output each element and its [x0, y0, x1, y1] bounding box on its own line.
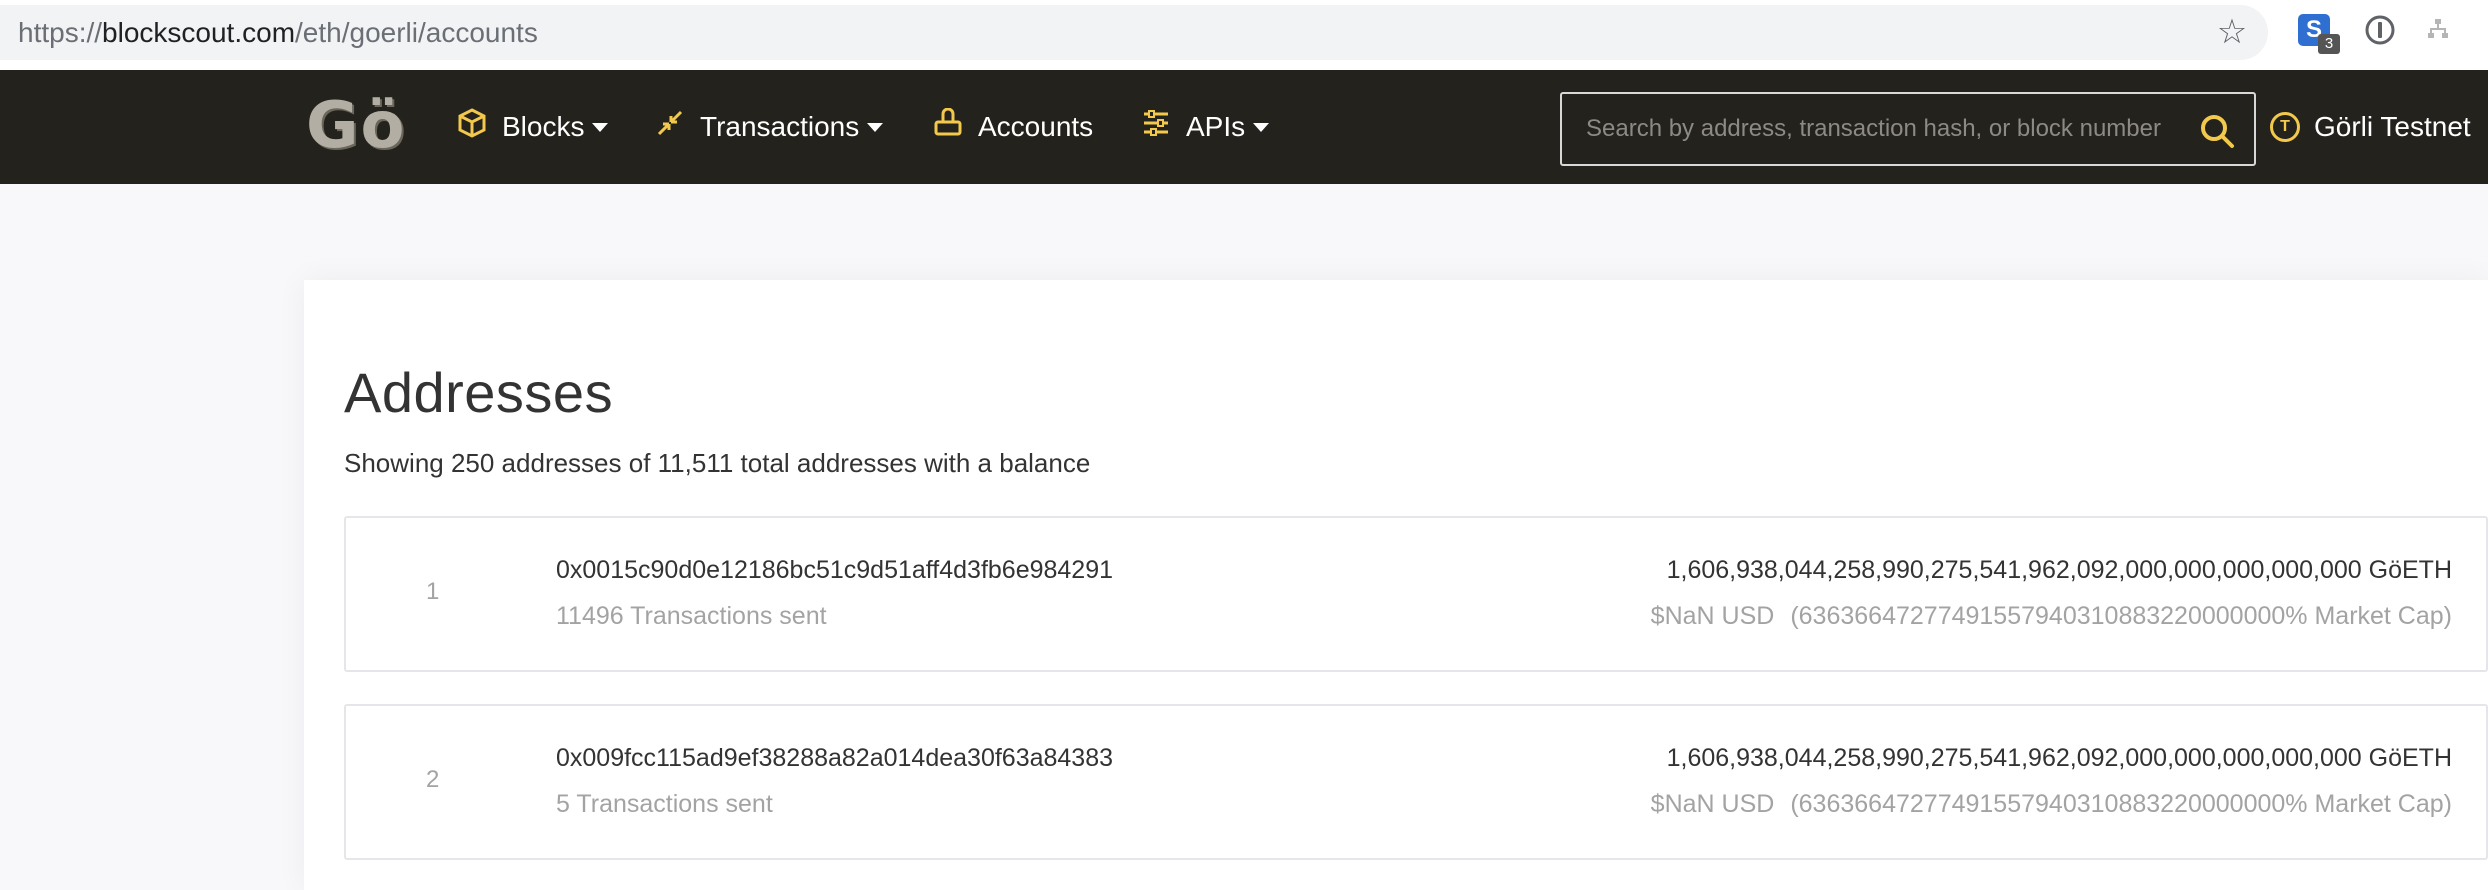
usd-value: $NaN USD (6363664727749155794031088322000… [1651, 602, 2452, 631]
chevron-down-icon [867, 122, 884, 132]
network-coin-icon: T [2270, 112, 2300, 142]
address-row: 1 0x0015c90d0e12186bc51c9d51aff4d3fb6e98… [344, 516, 2488, 672]
network-label: Görli Testnet [2314, 111, 2471, 142]
page-title: Addresses [344, 361, 614, 424]
address-row: 2 0x009fcc115ad9ef38288a82a014dea30f63a8… [344, 704, 2488, 860]
address-hash-link[interactable]: 0x009fcc115ad9ef38288a82a014dea30f63a843… [556, 744, 1113, 773]
nav-apis-menu[interactable]: APIs [1140, 70, 1270, 184]
url-scheme: https:// [18, 16, 103, 48]
nav-transactions-menu[interactable]: Transactions [654, 70, 884, 184]
password-manager-icon[interactable] [2364, 14, 2404, 54]
url-host: blockscout.com [102, 16, 296, 48]
network-selector[interactable]: T Görli Testnet [2270, 70, 2471, 184]
chevron-down-icon [592, 122, 609, 132]
address-rank: 1 [426, 578, 440, 605]
chevron-down-icon [1253, 122, 1270, 132]
nav-blocks-label: Blocks [502, 111, 585, 142]
account-stamp-icon [932, 107, 964, 146]
transactions-sent-count: 11496 Transactions sent [556, 602, 827, 630]
browser-toolbar: https://blockscout.com/eth/goerli/accoun… [0, 0, 2488, 70]
url-path: /eth/goerli/accounts [295, 16, 538, 48]
usd-value: $NaN USD (6363664727749155794031088322000… [1651, 790, 2452, 819]
nav-accounts-link[interactable]: Accounts [932, 70, 1093, 184]
nav-apis-label: APIs [1186, 111, 1246, 142]
address-balance: 1,606,938,044,258,990,275,541,962,092,00… [1666, 744, 2452, 772]
extension-s-icon[interactable]: S 3 [2298, 14, 2340, 54]
network-logo[interactable]: Gö [306, 86, 407, 166]
nav-transactions-label: Transactions [700, 111, 860, 142]
market-cap-percent: (63636647277491557940310883220000000% Ma… [1790, 602, 2452, 630]
nav-blocks-menu[interactable]: Blocks [456, 70, 609, 184]
address-rank: 2 [426, 766, 440, 793]
usd-amount: $NaN USD [1650, 790, 1775, 818]
search-box [1560, 92, 2256, 166]
transfer-arrows-icon [654, 108, 686, 146]
bookmark-star-icon[interactable]: ☆ [2214, 14, 2250, 50]
search-input[interactable] [1562, 94, 2172, 164]
url-bar[interactable]: https://blockscout.com/eth/goerli/accoun… [0, 5, 2268, 60]
address-balance: 1,606,938,044,258,990,275,541,962,092,00… [1666, 556, 2452, 584]
sitemap-icon[interactable] [2426, 14, 2466, 54]
top-navbar: Gö Blocks Transactions Accounts APIs Sea… [0, 70, 2488, 184]
transactions-sent-count: 5 Transactions sent [556, 790, 773, 818]
nav-accounts-label: Accounts [978, 111, 1094, 142]
address-hash-link[interactable]: 0x0015c90d0e12186bc51c9d51aff4d3fb6e9842… [556, 556, 1113, 585]
addresses-count-text: Showing 250 addresses of 11,511 total ad… [344, 448, 1091, 478]
addresses-card: Addresses Showing 250 addresses of 11,51… [304, 280, 2488, 890]
sliders-icon [1140, 108, 1172, 146]
extension-badge: 3 [2318, 34, 2340, 54]
usd-amount: $NaN USD [1650, 602, 1775, 630]
search-icon[interactable] [2198, 112, 2236, 150]
market-cap-percent: (63636647277491557940310883220000000% Ma… [1790, 790, 2452, 818]
cube-icon [456, 108, 488, 146]
